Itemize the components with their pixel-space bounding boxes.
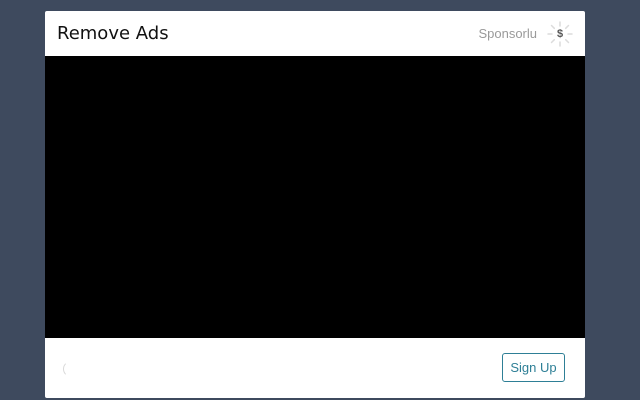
ad-footer: Sign Up xyxy=(45,338,585,398)
sign-up-button[interactable]: Sign Up xyxy=(502,353,565,382)
ad-title: Remove Ads xyxy=(57,23,169,44)
video-player[interactable] xyxy=(45,56,585,338)
dollar-glyph: $ xyxy=(556,27,564,40)
ad-card: Remove Ads Sponsorlu $ Sign Up xyxy=(45,11,585,398)
sponsor-label: Sponsorlu xyxy=(478,26,537,41)
spinner-icon xyxy=(63,361,79,377)
ad-header: Remove Ads Sponsorlu $ xyxy=(45,11,585,56)
dollar-badge-icon: $ xyxy=(547,20,573,47)
sponsor-info: Sponsorlu $ xyxy=(478,20,573,47)
